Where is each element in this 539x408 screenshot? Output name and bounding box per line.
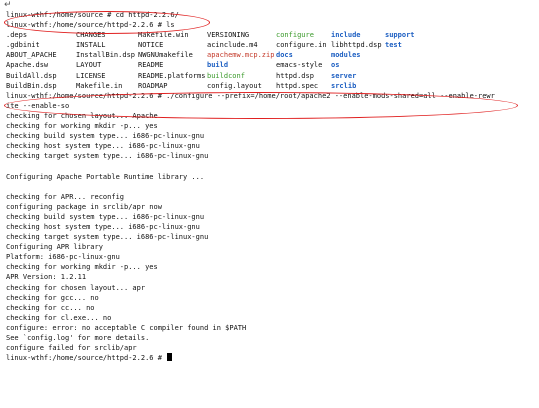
ls-entry: .gdbinit: [6, 41, 40, 50]
ls-entry: srclib: [331, 81, 357, 90]
output-line: Platform: i686-pc-linux-gnu: [6, 253, 120, 262]
configure-command-line: linux-wthf:/home/source/httpd-2.2.6 # ./…: [6, 91, 495, 100]
output-line: checking for chosen layout... apr: [6, 283, 146, 292]
ls-entry: apachemw.mcp.zip: [207, 51, 275, 60]
ls-entry: include: [331, 31, 361, 40]
ls-entry: ROADMAP: [138, 81, 168, 90]
output-line: checking build system type... i686-pc-li…: [6, 132, 205, 141]
ls-entry: build: [207, 61, 229, 70]
ls-entry: CHANGES: [76, 31, 106, 40]
output-line: checking for APR... reconfig: [6, 192, 125, 201]
ls-entry: BuildBin.dsp: [6, 81, 57, 90]
configure-command-wrap: ite --enable-so: [6, 101, 70, 110]
ls-row: ABOUT_APACHE InstallBin.dsp NWGNUmakefile a…: [6, 50, 534, 60]
ls-entry: support: [385, 31, 415, 40]
ls-entry: acinclude.m4: [207, 41, 258, 50]
ls-entry: configure.in: [276, 41, 327, 50]
output-line: configure: error: no acceptable C compil…: [6, 323, 247, 332]
ls-entry: ABOUT_APACHE: [6, 51, 57, 60]
text-cursor: [167, 353, 173, 362]
ls-entry: README: [138, 61, 164, 70]
output-line: Configuring APR library: [6, 243, 103, 252]
final-prompt-text: linux-wthf:/home/source/httpd-2.2.6 #: [6, 354, 167, 363]
ls-entry: libhttpd.dsp: [331, 41, 382, 50]
ls-entry: BuildAll.dsp: [6, 71, 57, 80]
ls-entry: docs: [276, 51, 293, 60]
ls-entry: INSTALL: [76, 41, 106, 50]
output-line: checking for cc... no: [6, 303, 95, 312]
output-line: configuring package in srclib/apr now: [6, 202, 162, 211]
ls-entry: test: [385, 41, 402, 50]
ls-entry: NOTICE: [138, 41, 164, 50]
ls-entry: README.platforms: [138, 71, 206, 80]
prompt-cd-line: linux-wthf:/home/source # cd httpd-2.2.6…: [6, 11, 179, 19]
ls-entry: modules: [331, 51, 361, 60]
ls-entry: Makefile.win: [138, 31, 189, 40]
output-line: See `config.log' for more details.: [6, 334, 150, 342]
ls-entry: VERSIONING: [207, 31, 250, 40]
output-line: checking target system type... i686-pc-l…: [6, 233, 209, 242]
output-line: checking for gcc... no: [6, 293, 99, 302]
ls-entry: Makefile.in: [76, 81, 123, 90]
terminal-window[interactable]: linux-wthf:/home/source # cd httpd-2.2.6…: [6, 10, 534, 406]
final-prompt-line[interactable]: linux-wthf:/home/source/httpd-2.2.6 #: [6, 353, 534, 363]
ls-entry: emacs-style: [276, 61, 323, 70]
output-line: checking for working mkdir -p... yes: [6, 122, 158, 131]
output-line: checking target system type... i686-pc-l…: [6, 152, 209, 161]
ls-entry: NWGNUmakefile: [138, 51, 193, 60]
ls-entry: .deps: [6, 31, 28, 40]
configure-output: checking for chosen layout... Apache chec…: [6, 111, 534, 353]
ls-listing: .deps CHANGES Makefile.win VERSIONING config…: [6, 30, 534, 91]
output-line: APR Version: 1.2.11: [6, 273, 87, 282]
output-line: configure failed for srclib/apr: [6, 344, 137, 353]
output-line: checking host system type... i686-pc-lin…: [6, 142, 200, 151]
ls-entry: config.layout: [207, 81, 262, 90]
output-line: Configuring Apache Portable Runtime libr…: [6, 172, 205, 181]
ls-row: Apache.dsw LAYOUT README build emacs-style os: [6, 60, 534, 70]
output-line: checking for chosen layout... Apache: [6, 111, 158, 120]
ls-entry: httpd.spec: [276, 81, 319, 90]
output-line: checking for cl.exe... no: [6, 313, 112, 322]
ls-row: .deps CHANGES Makefile.win VERSIONING config…: [6, 30, 534, 40]
ls-entry: os: [331, 61, 340, 70]
ls-entry: httpd.dsp: [276, 71, 314, 80]
ls-row: BuildAll.dsp LICENSE README.platforms build…: [6, 71, 534, 81]
ls-row: .gdbinit INSTALL NOTICE acinclude.m4 configu…: [6, 40, 534, 50]
prompt-ls-line: linux-wthf:/home/source/httpd-2.2.6 # ls: [6, 21, 175, 30]
ls-entry: LICENSE: [76, 71, 106, 80]
ls-entry: Apache.dsw: [6, 61, 49, 70]
output-line: checking build system type... i686-pc-li…: [6, 212, 205, 221]
ls-entry: InstallBin.dsp: [76, 51, 136, 60]
ls-entry: server: [331, 71, 357, 80]
ls-entry: configure: [276, 31, 314, 40]
output-line: checking for working mkdir -p... yes: [6, 263, 158, 272]
output-line: checking host system type... i686-pc-lin…: [6, 222, 200, 231]
ls-row: BuildBin.dsp Makefile.in ROADMAP config.lay…: [6, 81, 534, 91]
ls-entry: buildconf: [207, 71, 245, 80]
ls-entry: LAYOUT: [76, 61, 102, 70]
return-mark-icon: ↵: [4, 0, 12, 10]
